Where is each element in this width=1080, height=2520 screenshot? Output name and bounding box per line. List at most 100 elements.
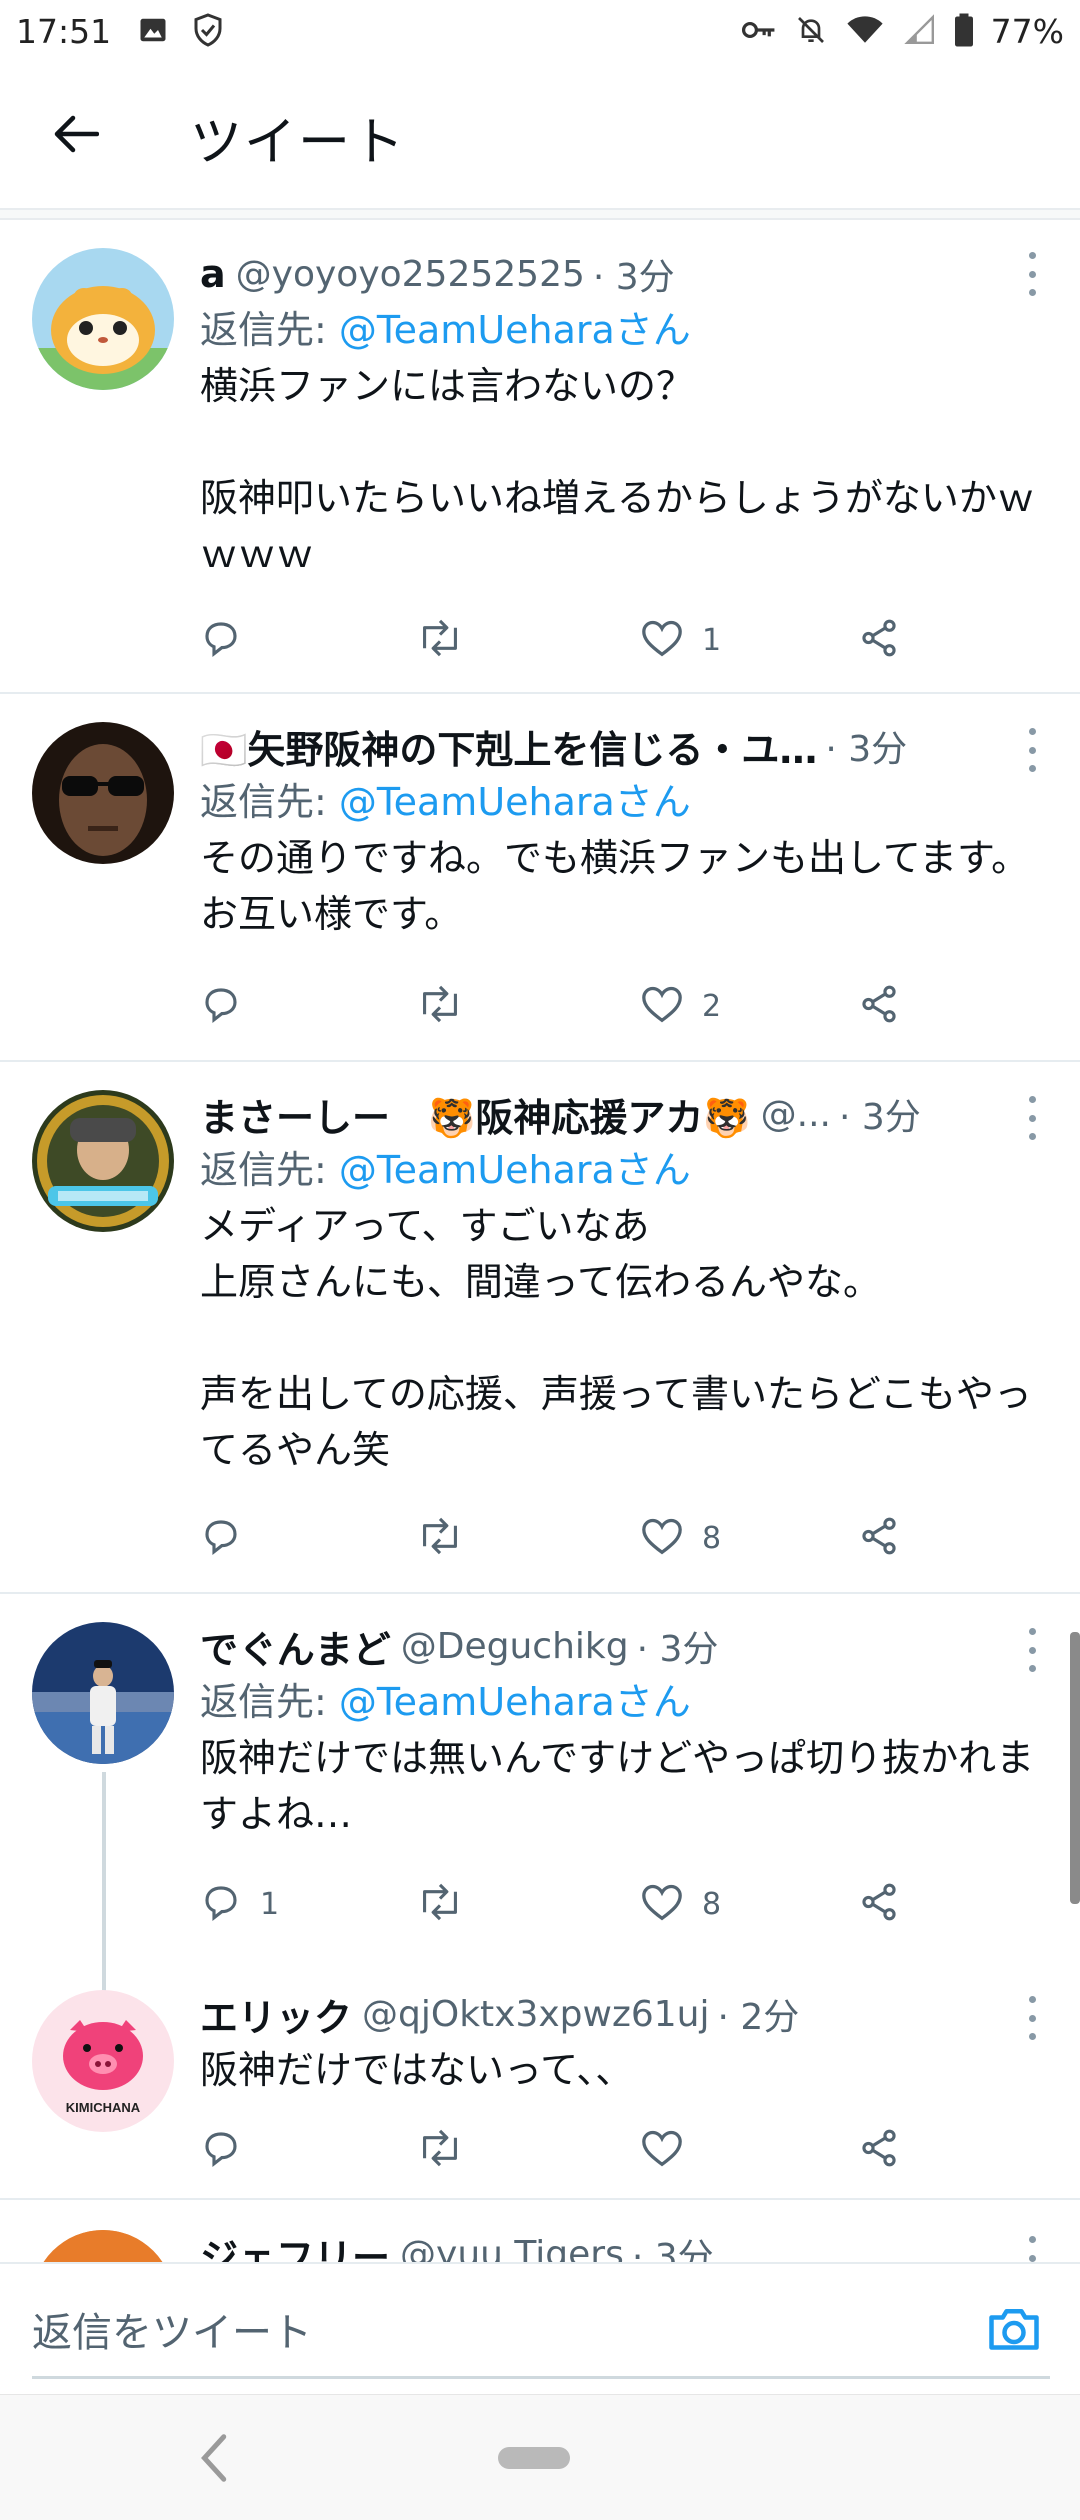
reply-icon bbox=[200, 617, 242, 663]
author-name[interactable]: a bbox=[200, 252, 226, 296]
retweet-icon bbox=[416, 983, 464, 1029]
tweet[interactable]: ジェフリー @yuu Tigers · 3分 bbox=[0, 2200, 1080, 2262]
more-options-button[interactable] bbox=[1022, 1628, 1042, 1672]
bell-off-icon bbox=[795, 14, 827, 50]
tweet-actions: 2 bbox=[200, 978, 920, 1034]
like-count: 8 bbox=[702, 1520, 722, 1556]
retweet-button[interactable] bbox=[416, 612, 464, 668]
like-button[interactable]: 1 bbox=[640, 612, 721, 668]
tweet-actions bbox=[200, 2122, 920, 2178]
author-name[interactable]: まさーしー 🐯阪神応援アカ🐯 bbox=[200, 1087, 751, 1142]
like-button[interactable] bbox=[640, 2122, 684, 2178]
reply-button[interactable] bbox=[200, 2122, 242, 2178]
avatar[interactable] bbox=[32, 248, 174, 390]
more-options-button[interactable] bbox=[1022, 1996, 1042, 2040]
tweet-time: · 3分 bbox=[825, 729, 908, 770]
share-icon bbox=[858, 1881, 900, 1927]
avatar[interactable] bbox=[32, 722, 174, 864]
svg-text:KIMICHANA: KIMICHANA bbox=[66, 2100, 141, 2115]
tweet[interactable]: a @yoyoyo25252525 · 3分 返信先: @TeamUeharaさ… bbox=[0, 222, 1080, 692]
header-divider bbox=[0, 208, 1080, 220]
tweet-actions: 1 bbox=[200, 612, 920, 668]
signal-icon bbox=[903, 13, 937, 50]
share-button[interactable] bbox=[858, 612, 900, 668]
reply-button[interactable] bbox=[200, 978, 242, 1034]
share-button[interactable] bbox=[858, 978, 900, 1034]
more-options-button[interactable] bbox=[1022, 252, 1042, 296]
retweet-button[interactable] bbox=[416, 978, 464, 1034]
author-handle[interactable]: @yuu Tigers bbox=[400, 2234, 624, 2263]
reply-count: 1 bbox=[260, 1886, 280, 1922]
tweet[interactable]: でぐんまど @Deguchikg · 3分 返信先: @TeamUeharaさん… bbox=[0, 1594, 1080, 1996]
author-name[interactable]: ジェフリー bbox=[200, 2227, 390, 2263]
more-options-button[interactable] bbox=[1022, 728, 1042, 772]
tweet[interactable]: 🇯🇵矢野阪神の下剋上を信じる・ユ… · 3分 返信先: @TeamUeharaさ… bbox=[0, 694, 1080, 1060]
nav-home-pill[interactable] bbox=[498, 2447, 570, 2469]
author-name[interactable]: でぐんまど bbox=[200, 1619, 391, 1674]
author-name[interactable]: 🇯🇵矢野阪神の下剋上を信じる・ユ… bbox=[200, 719, 817, 774]
reply-mention[interactable]: @TeamUeharaさん bbox=[339, 1148, 691, 1192]
tweet-text: 横浜ファンには言わないの？ 阪神叩いたらいいね増えるからしょうがないかｗｗｗｗ bbox=[200, 364, 1035, 576]
reply-icon bbox=[200, 983, 242, 1029]
tweet[interactable]: まさーしー 🐯阪神応援アカ🐯 @... · 3分 返信先: @TeamUehar… bbox=[0, 1062, 1080, 1592]
reply-mention[interactable]: @TeamUeharaさん bbox=[339, 308, 691, 352]
like-count: 2 bbox=[702, 988, 722, 1024]
avatar[interactable] bbox=[32, 1622, 174, 1764]
reply-button[interactable] bbox=[200, 1510, 242, 1566]
more-options-button[interactable] bbox=[1022, 1096, 1042, 1140]
share-button[interactable] bbox=[858, 1876, 900, 1932]
author-name[interactable]: エリック bbox=[200, 1987, 352, 2042]
avatar[interactable] bbox=[32, 1090, 174, 1232]
reply-icon bbox=[200, 1881, 242, 1927]
avatar[interactable]: KIMICHANA bbox=[32, 1990, 174, 2132]
chevron-left-icon bbox=[196, 2434, 236, 2489]
reply-prefix: 返信先: bbox=[200, 308, 339, 352]
heart-icon bbox=[640, 1882, 684, 1926]
like-button[interactable]: 8 bbox=[640, 1510, 721, 1566]
more-options-button[interactable] bbox=[1022, 2236, 1042, 2262]
share-icon bbox=[858, 1515, 900, 1561]
retweet-button[interactable] bbox=[416, 1510, 464, 1566]
thread-connector bbox=[102, 1962, 106, 1988]
tweet-time: · 3分 bbox=[631, 2237, 714, 2262]
like-button[interactable]: 8 bbox=[640, 1876, 721, 1932]
share-button[interactable] bbox=[858, 1510, 900, 1566]
share-button[interactable] bbox=[858, 2122, 900, 2178]
back-button[interactable] bbox=[40, 106, 110, 166]
author-handle[interactable]: @qjOktx3xpwz61uj bbox=[362, 1994, 709, 2035]
tweet-time: · 3分 bbox=[838, 1097, 921, 1138]
reply-icon bbox=[200, 2127, 242, 2173]
like-count: 1 bbox=[702, 622, 722, 658]
status-bar: 17:51 77% bbox=[0, 0, 1080, 66]
camera-button[interactable] bbox=[984, 2300, 1044, 2360]
app-header: ツイート bbox=[0, 66, 1080, 208]
tweet[interactable]: KIMICHANA エリック @qjOktx3xpwz61uj · 2分 阪神だ… bbox=[0, 1962, 1080, 2198]
reply-context: 返信先: @TeamUeharaさん bbox=[200, 1142, 1050, 1198]
like-button[interactable]: 2 bbox=[640, 978, 721, 1034]
author-handle[interactable]: @yoyoyo25252525 bbox=[236, 254, 585, 295]
reply-button[interactable] bbox=[200, 612, 242, 668]
reply-input-underline bbox=[32, 2376, 1050, 2379]
tweet-actions: 8 bbox=[200, 1510, 920, 1566]
tweet-time: · 3分 bbox=[592, 257, 675, 298]
avatar[interactable] bbox=[32, 2230, 174, 2262]
reply-context: 返信先: @TeamUeharaさん bbox=[200, 774, 1050, 830]
reply-mention[interactable]: @TeamUeharaさん bbox=[339, 1680, 691, 1724]
reply-mention[interactable]: @TeamUeharaさん bbox=[339, 780, 691, 824]
author-handle[interactable]: @Deguchikg bbox=[401, 1626, 629, 1667]
reply-input[interactable]: 返信をツイート bbox=[32, 2300, 312, 2358]
retweet-button[interactable] bbox=[416, 1876, 464, 1932]
reply-prefix: 返信先: bbox=[200, 1680, 339, 1724]
tweet-time: · 2分 bbox=[717, 1997, 800, 2038]
scrollbar[interactable] bbox=[1070, 1632, 1080, 1904]
tweet-text: メディアって、すごいなあ 上原さんにも、間違って伝わるんやな。 声を出しての応援… bbox=[200, 1204, 1032, 1472]
reply-icon bbox=[200, 1515, 242, 1561]
author-handle[interactable]: @... bbox=[761, 1094, 831, 1135]
nav-back-button[interactable] bbox=[196, 2431, 236, 2485]
reply-button[interactable]: 1 bbox=[200, 1876, 279, 1932]
retweet-button[interactable] bbox=[416, 2122, 464, 2178]
retweet-icon bbox=[416, 617, 464, 663]
reply-prefix: 返信先: bbox=[200, 780, 339, 824]
arrow-left-icon bbox=[51, 114, 100, 158]
reply-context: 返信先: @TeamUeharaさん bbox=[200, 302, 1050, 358]
